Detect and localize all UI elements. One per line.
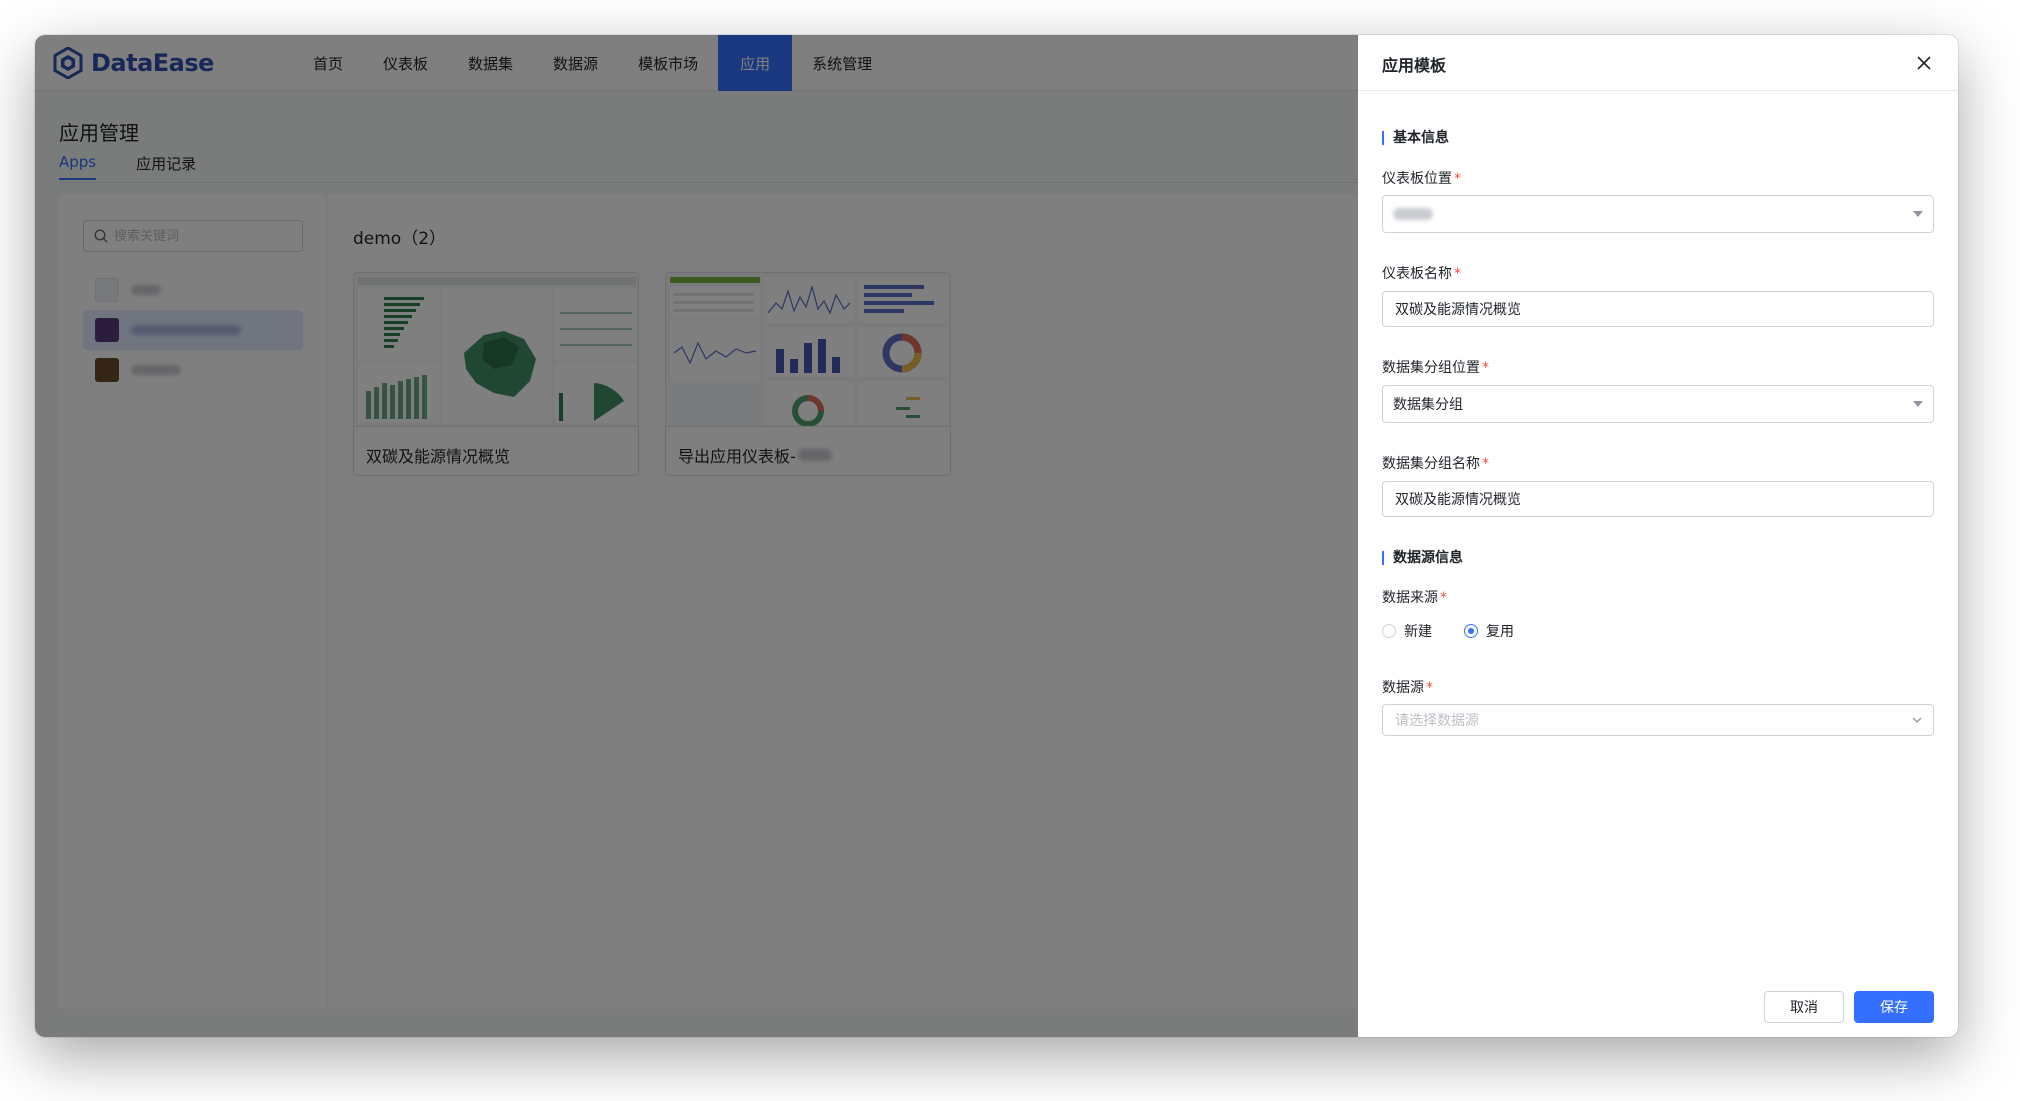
required-mark: * (1440, 590, 1447, 606)
dataset-group-location-value: 数据集分组 (1393, 397, 1463, 413)
data-origin-label-text: 数据来源 (1382, 590, 1438, 606)
cancel-button[interactable]: 取消 (1764, 991, 1844, 1023)
chevron-down-icon (1912, 717, 1922, 723)
app-template-drawer: 应用模板 基本信息 仪表板位置 * 仪表板名称 * 双碳及能源情况概览 数据集分组位… (1358, 35, 1958, 1037)
redacted-value (1393, 208, 1433, 220)
dashboard-location-label: 仪表板位置 * (1382, 168, 1461, 188)
datasource-placeholder: 请选择数据源 (1395, 713, 1479, 729)
dataset-group-location-select[interactable]: 数据集分组 (1382, 385, 1934, 423)
dashboard-name-label: 仪表板名称 * (1382, 263, 1461, 283)
app-window: DataEase 首页 仪表板 数据集 数据源 模板市场 应用 系统管理 应用管… (35, 35, 1958, 1037)
datasource-label: 数据源 * (1382, 677, 1433, 697)
dashboard-name-input[interactable]: 双碳及能源情况概览 (1382, 291, 1934, 327)
caret-down-icon (1913, 211, 1923, 217)
dashboard-location-select[interactable] (1382, 195, 1934, 233)
section-title-basic-info: 基本信息 (1382, 131, 1449, 145)
dataset-group-location-label-text: 数据集分组位置 (1382, 360, 1480, 376)
radio-reuse[interactable] (1464, 624, 1478, 638)
dataset-group-name-label-text: 数据集分组名称 (1382, 456, 1480, 472)
required-mark: * (1482, 456, 1489, 472)
required-mark: * (1482, 360, 1489, 376)
dataset-group-name-input[interactable]: 双碳及能源情况概览 (1382, 481, 1934, 517)
radio-reuse-label[interactable]: 复用 (1486, 621, 1514, 641)
datasource-select[interactable]: 请选择数据源 (1382, 704, 1934, 736)
dashboard-name-label-text: 仪表板名称 (1382, 266, 1452, 282)
radio-new-label[interactable]: 新建 (1404, 621, 1432, 641)
caret-down-icon (1913, 401, 1923, 407)
drawer-title: 应用模板 (1382, 56, 1447, 75)
dashboard-location-label-text: 仪表板位置 (1382, 171, 1452, 187)
data-origin-radio-group: 新建 复用 (1382, 621, 1538, 641)
close-icon[interactable] (1914, 53, 1934, 73)
dataset-group-location-label: 数据集分组位置 * (1382, 357, 1489, 377)
required-mark: * (1426, 680, 1433, 696)
datasource-label-text: 数据源 (1382, 680, 1424, 696)
required-mark: * (1454, 266, 1461, 282)
dataset-group-name-label: 数据集分组名称 * (1382, 453, 1489, 473)
save-button[interactable]: 保存 (1854, 991, 1934, 1023)
drawer-header: 应用模板 (1358, 35, 1958, 91)
section-title-datasource-info: 数据源信息 (1382, 551, 1463, 565)
required-mark: * (1454, 171, 1461, 187)
data-origin-label: 数据来源 * (1382, 587, 1447, 607)
radio-new[interactable] (1382, 624, 1396, 638)
